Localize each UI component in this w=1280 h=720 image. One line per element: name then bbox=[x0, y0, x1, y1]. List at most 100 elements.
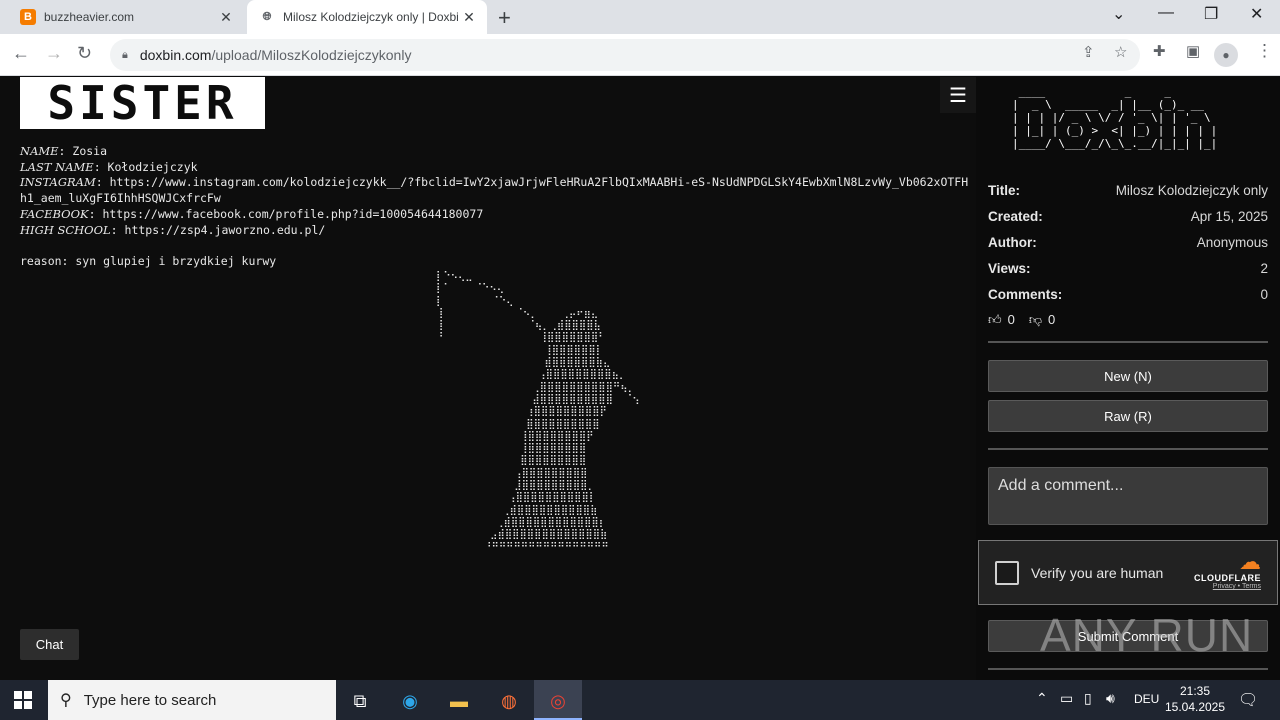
meta-key: Views: bbox=[988, 261, 1031, 276]
forward-icon[interactable]: → bbox=[45, 43, 63, 64]
browser-toolbar: ← → ↻ 🔒︎ doxbin.com/upload/MiloszKolodzi… bbox=[0, 34, 1280, 76]
tab-search-chevron-icon[interactable]: ⌄ bbox=[1112, 4, 1125, 24]
tab-title: Milosz Kolodziejczyk only | Doxbin bbox=[283, 10, 459, 24]
taskbar-search[interactable]: ⚲ Type here to search bbox=[48, 680, 336, 720]
dislike-count: 0 bbox=[1048, 312, 1056, 327]
meta-views: Views: 2 bbox=[988, 261, 1268, 276]
meta-key: Comments: bbox=[988, 287, 1063, 302]
divider bbox=[988, 668, 1268, 670]
task-view-icon[interactable]: ⧉ bbox=[347, 688, 373, 714]
back-icon[interactable]: ← bbox=[12, 43, 30, 64]
search-placeholder: Type here to search bbox=[83, 691, 217, 709]
grim-reaper-ascii-art-icon: ⡇⠑⠢⢄⣀ ⡇⠁ ⠈⠑⠢⢄ ⡇ ⠈⠑⢄ ⢸ ⠈⠢⡀ ⢀⡤⠖⣶⣄ ⢸ ⠈⢦⡀⢀⣾⣿… bbox=[436, 271, 640, 553]
lock-icon[interactable]: 🔒︎ bbox=[122, 49, 128, 62]
field-key: LAST NAME bbox=[20, 159, 94, 174]
cloudflare-captcha: Verify you are human ☁︎ CLOUDFLARE Priva… bbox=[978, 540, 1278, 605]
raw-paste-button[interactable]: Raw (R) bbox=[988, 400, 1268, 432]
extensions-puzzle-icon[interactable]: ✚ bbox=[1153, 42, 1166, 60]
notifications-icon[interactable]: 🗨︎ bbox=[1238, 690, 1258, 710]
volume-icon[interactable]: 🔊︎ bbox=[1106, 690, 1115, 707]
comment-input[interactable] bbox=[988, 467, 1268, 525]
clock-time: 21:35 bbox=[1179, 684, 1211, 698]
meta-value: 0 bbox=[1260, 287, 1268, 302]
chat-button[interactable]: Chat bbox=[20, 629, 79, 660]
field-value: Zosia bbox=[72, 144, 108, 158]
paste-banner: SISTER bbox=[20, 77, 265, 129]
battery-icon[interactable]: ▯ bbox=[1084, 690, 1092, 707]
close-tab-icon[interactable]: ✕ bbox=[459, 9, 479, 26]
paste-sidebar: ____ _ _ | _ \ _____ _| |__ (_)_ __ | | … bbox=[976, 77, 1280, 680]
chrome-icon[interactable]: ◎ bbox=[545, 688, 571, 714]
divider bbox=[988, 341, 1268, 343]
search-icon: ⚲ bbox=[60, 692, 72, 709]
language-indicator[interactable]: DEU bbox=[1134, 692, 1159, 706]
field-key: HIGH SCHOOL bbox=[20, 222, 111, 237]
tab-doxbin[interactable]: 🌐︎ Milosz Kolodziejczyk only | Doxbin ✕ bbox=[247, 0, 487, 34]
reload-icon[interactable]: ↻ bbox=[77, 43, 92, 64]
field-key: INSTAGRAM bbox=[20, 175, 96, 190]
meta-key: Created: bbox=[988, 209, 1043, 224]
cloudflare-brand: ☁︎ CLOUDFLARE Privacy • Terms bbox=[1194, 549, 1261, 591]
url-path: /upload/MiloszKolodziejczykonly bbox=[211, 47, 412, 63]
meta-key: Title: bbox=[988, 183, 1021, 198]
meta-created: Created: Apr 15, 2025 bbox=[988, 209, 1268, 224]
captcha-label: Verify you are human bbox=[1031, 564, 1164, 581]
meta-title: Title: Milosz Kolodziejczyk only bbox=[988, 183, 1268, 198]
field-key: FACEBOOK bbox=[20, 206, 89, 221]
edge-icon[interactable]: ◉ bbox=[397, 688, 423, 714]
chrome-menu-icon[interactable]: ⋮ bbox=[1256, 41, 1273, 61]
anyrun-watermark: ANY RUN bbox=[1040, 609, 1254, 661]
tab-strip: B buzzheavier.com ✕ 🌐︎ Milosz Kolodziejc… bbox=[0, 0, 1280, 34]
paste-body: NAME: Zosia LAST NAME: Kołodziejczyk INS… bbox=[20, 144, 969, 268]
address-bar[interactable]: 🔒︎ doxbin.com/upload/MiloszKolodziejczyk… bbox=[110, 39, 1140, 71]
tab-title: buzzheavier.com bbox=[44, 10, 135, 24]
windows-start-icon[interactable] bbox=[14, 691, 32, 709]
side-panel-icon[interactable]: ▣ bbox=[1186, 42, 1200, 60]
meta-value: Apr 15, 2025 bbox=[1190, 209, 1268, 224]
globe-icon: 🌐︎ bbox=[262, 10, 272, 23]
clock-date: 15.04.2025 bbox=[1164, 700, 1226, 714]
close-tab-icon[interactable]: ✕ bbox=[216, 9, 236, 26]
minimize-icon[interactable]: — bbox=[1158, 4, 1174, 22]
like-count: 0 bbox=[1007, 312, 1015, 327]
thumbs-up-icon[interactable]: 👍︎ bbox=[988, 312, 1002, 328]
meta-key: Author: bbox=[988, 235, 1037, 250]
field-value: h1_aem_luXgFI6IhhHSQWJCxfrcFw bbox=[20, 191, 221, 206]
paste-content: SISTER NAME: Zosia LAST NAME: Kołodziejc… bbox=[0, 77, 976, 680]
taskbar-clock[interactable]: 21:35 15.04.2025 bbox=[1160, 683, 1230, 715]
thumbs-down-icon[interactable]: 👎︎ bbox=[1029, 312, 1042, 328]
share-icon[interactable]: ⇪ bbox=[1082, 43, 1095, 61]
captcha-privacy-terms-link[interactable]: Privacy • Terms bbox=[1194, 583, 1261, 590]
file-explorer-icon[interactable]: ▬ bbox=[446, 688, 472, 714]
bookmark-star-icon[interactable]: ☆ bbox=[1114, 43, 1127, 61]
buzzheavier-favicon-icon: B bbox=[20, 9, 36, 25]
network-icon[interactable]: ▭ bbox=[1060, 690, 1073, 707]
new-tab-icon[interactable]: + bbox=[498, 5, 511, 31]
captcha-checkbox[interactable] bbox=[995, 560, 1019, 585]
new-paste-button[interactable]: New (N) bbox=[988, 360, 1268, 392]
url-host: doxbin.com bbox=[139, 47, 212, 63]
profile-avatar-icon[interactable]: ● bbox=[1214, 43, 1238, 67]
hamburger-menu-icon[interactable]: ☰ bbox=[940, 77, 976, 113]
meta-value: 2 bbox=[1260, 261, 1268, 276]
page-content: SISTER NAME: Zosia LAST NAME: Kołodziejc… bbox=[0, 77, 1280, 680]
meta-author: Author: Anonymous bbox=[988, 235, 1268, 250]
windows-taskbar: ⚲ Type here to search ⧉ ◉ ▬ ◍ ◎ ⌃ ▭ ▯ 🔊︎… bbox=[0, 680, 1280, 720]
close-window-icon[interactable]: ✕ bbox=[1250, 4, 1263, 24]
field-key: NAME bbox=[20, 144, 59, 158]
restore-icon[interactable]: ❐ bbox=[1204, 4, 1218, 24]
vote-row: 👍︎ 0 👎︎ 0 bbox=[988, 312, 1055, 328]
doxbin-logo-icon: ____ _ _ | _ \ _____ _| |__ (_)_ __ | | … bbox=[1012, 85, 1218, 150]
cloudflare-name: CLOUDFLARE bbox=[1194, 573, 1261, 583]
tray-chevron-up-icon[interactable]: ⌃ bbox=[1036, 690, 1048, 707]
reason-line: reason: syn glupiej i brzydkiej kurwy bbox=[20, 253, 277, 268]
cloudflare-cloud-icon: ☁︎ bbox=[1239, 549, 1261, 574]
field-value: https://www.instagram.com/kolodziejczykk… bbox=[109, 175, 969, 190]
meta-comments: Comments: 0 bbox=[988, 287, 1268, 302]
field-value: https://zsp4.jaworzno.edu.pl/ bbox=[124, 222, 326, 237]
field-value: https://www.facebook.com/profile.php?id=… bbox=[102, 206, 484, 221]
meta-value: Anonymous bbox=[1196, 235, 1268, 250]
tab-buzzheavier[interactable]: B buzzheavier.com ✕ bbox=[8, 0, 244, 34]
divider bbox=[988, 448, 1268, 450]
firefox-icon[interactable]: ◍ bbox=[496, 688, 522, 714]
